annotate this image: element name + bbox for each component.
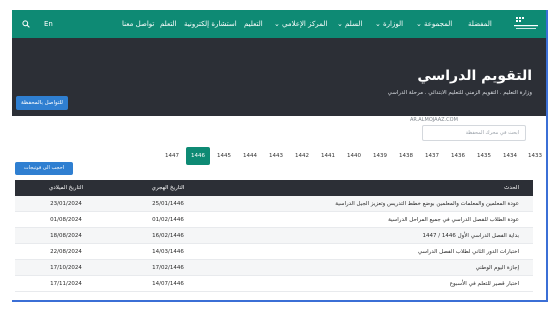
row-gregorian-date: 23/01/2024 [50,201,82,207]
row-hijri-date: 16/02/1446 [152,233,184,239]
row-hijri-date: 14/03/1446 [152,249,184,255]
row-gregorian-date: 17/10/2024 [50,265,82,271]
language-toggle[interactable]: En [44,10,53,38]
row-event: عودة الطلاب للفصل الدراسي في جميع المراح… [388,217,519,223]
row-hijri-date: 17/02/1446 [152,265,184,271]
column-header-gregorian: التاريخ الميلادي [48,185,84,191]
year-tab[interactable]: 1434 [498,148,522,164]
year-tab[interactable]: 1442 [290,148,314,164]
nav-item-ladder[interactable]: السلم [345,10,362,38]
year-tab[interactable]: 1447 [160,148,184,164]
ministry-logo-icon[interactable] [512,14,542,34]
year-tab[interactable]: 1436 [446,148,470,164]
row-hijri-date: 14/07/1446 [152,281,184,287]
year-tab[interactable]: 1433 [524,148,546,164]
breadcrumb[interactable]: وزارة التعليم . التقويم الزمني للتعليم ا… [388,90,532,96]
app-frame: المفضلة المجموعة ⌄ الوزارة ⌄ السلم ⌄ الم… [0,0,560,315]
chevron-down-icon: ⌄ [274,20,280,28]
chevron-down-icon: ⌄ [416,20,422,28]
table-row: اختبار قصير للتعلم في الأسبوع 14/07/1446… [15,276,533,292]
row-event: بداية الفصل الدراسي الأول 1446 / 1447 [422,233,519,239]
nav-item-education[interactable]: التعليم [244,10,263,38]
nav-item-e-consultation[interactable]: استشارة إلكترونية [184,10,237,38]
table-row: اختبارات الدور الثاني لطلاب الفصل الدراس… [15,244,533,260]
nav-item-group[interactable]: المجموعة [424,10,452,38]
table-row: بداية الفصل الدراسي الأول 1446 / 1447 16… [15,228,533,244]
row-hijri-date: 25/01/1446 [152,201,184,207]
chevron-down-icon: ⌄ [375,20,381,28]
row-event: اختبارات الدور الثاني لطلاب الفصل الدراس… [417,249,519,255]
year-tab[interactable]: 1444 [238,148,262,164]
row-event: عودة المعلمين والمعلمات والمعلمين بوضع خ… [335,201,519,207]
share-button[interactable]: للتواصل بالمحفظة [16,96,68,110]
nav-item-media-center[interactable]: المركز الإعلامي [282,10,327,38]
decorative-border-line [12,300,548,302]
row-hijri-date: 01/02/1446 [152,217,184,223]
row-gregorian-date: 01/08/2024 [50,217,82,223]
column-header-event: الحدث [504,185,519,191]
page-header: التقويم الدراسي وزارة التعليم . التقويم … [12,38,548,116]
row-gregorian-date: 22/08/2024 [50,249,82,255]
search-placeholder: ابحث في محرك المحفظة [465,130,519,136]
year-tab[interactable]: 1437 [420,148,444,164]
nav-item-favorites[interactable]: المفضلة [468,10,492,38]
table-header: الحدث التاريخ الهجري التاريخ الميلادي [15,180,533,196]
row-gregorian-date: 18/08/2024 [50,233,82,239]
year-tab[interactable]: 1443 [264,148,288,164]
nav-item-ministry[interactable]: الوزارة [383,10,403,38]
year-tab[interactable]: 1438 [394,148,418,164]
year-tab[interactable]: 1445 [212,148,236,164]
year-tab[interactable]: 1439 [368,148,392,164]
row-event: إجازة اليوم الوطني [475,265,519,271]
year-tab-active[interactable]: 1446 [186,147,210,165]
row-gregorian-date: 17/11/2024 [50,281,82,287]
nav-item-learning[interactable]: التعلم [160,10,177,38]
decorative-border-line [546,10,548,302]
year-tab[interactable]: 1441 [316,148,340,164]
top-nav: المفضلة المجموعة ⌄ الوزارة ⌄ السلم ⌄ الم… [12,10,548,38]
year-tab[interactable]: 1440 [342,148,366,164]
search-icon[interactable] [22,10,30,38]
page-title: التقويم الدراسي [417,68,532,84]
column-header-hijri: التاريخ الهجري [151,185,185,191]
chevron-down-icon: ⌄ [337,20,343,28]
nav-item-contact[interactable]: تواصل معنا [122,10,154,38]
calendar-table: الحدث التاريخ الهجري التاريخ الميلادي عو… [15,180,533,292]
table-row: إجازة اليوم الوطني 17/02/1446 17/10/2024 [15,260,533,276]
search-input[interactable]: ابحث في محرك المحفظة [422,125,526,141]
table-row: عودة المعلمين والمعلمات والمعلمين بوضع خ… [15,196,533,212]
table-row: عودة الطلاب للفصل الدراسي في جميع المراح… [15,212,533,228]
watermark-text: AR.ALMOJAAZ.COM [410,117,458,123]
row-event: اختبار قصير للتعلم في الأسبوع [449,281,519,287]
year-tab[interactable]: 1435 [472,148,496,164]
bulk-action-button[interactable]: احجب الى فوتيجات [15,162,73,175]
